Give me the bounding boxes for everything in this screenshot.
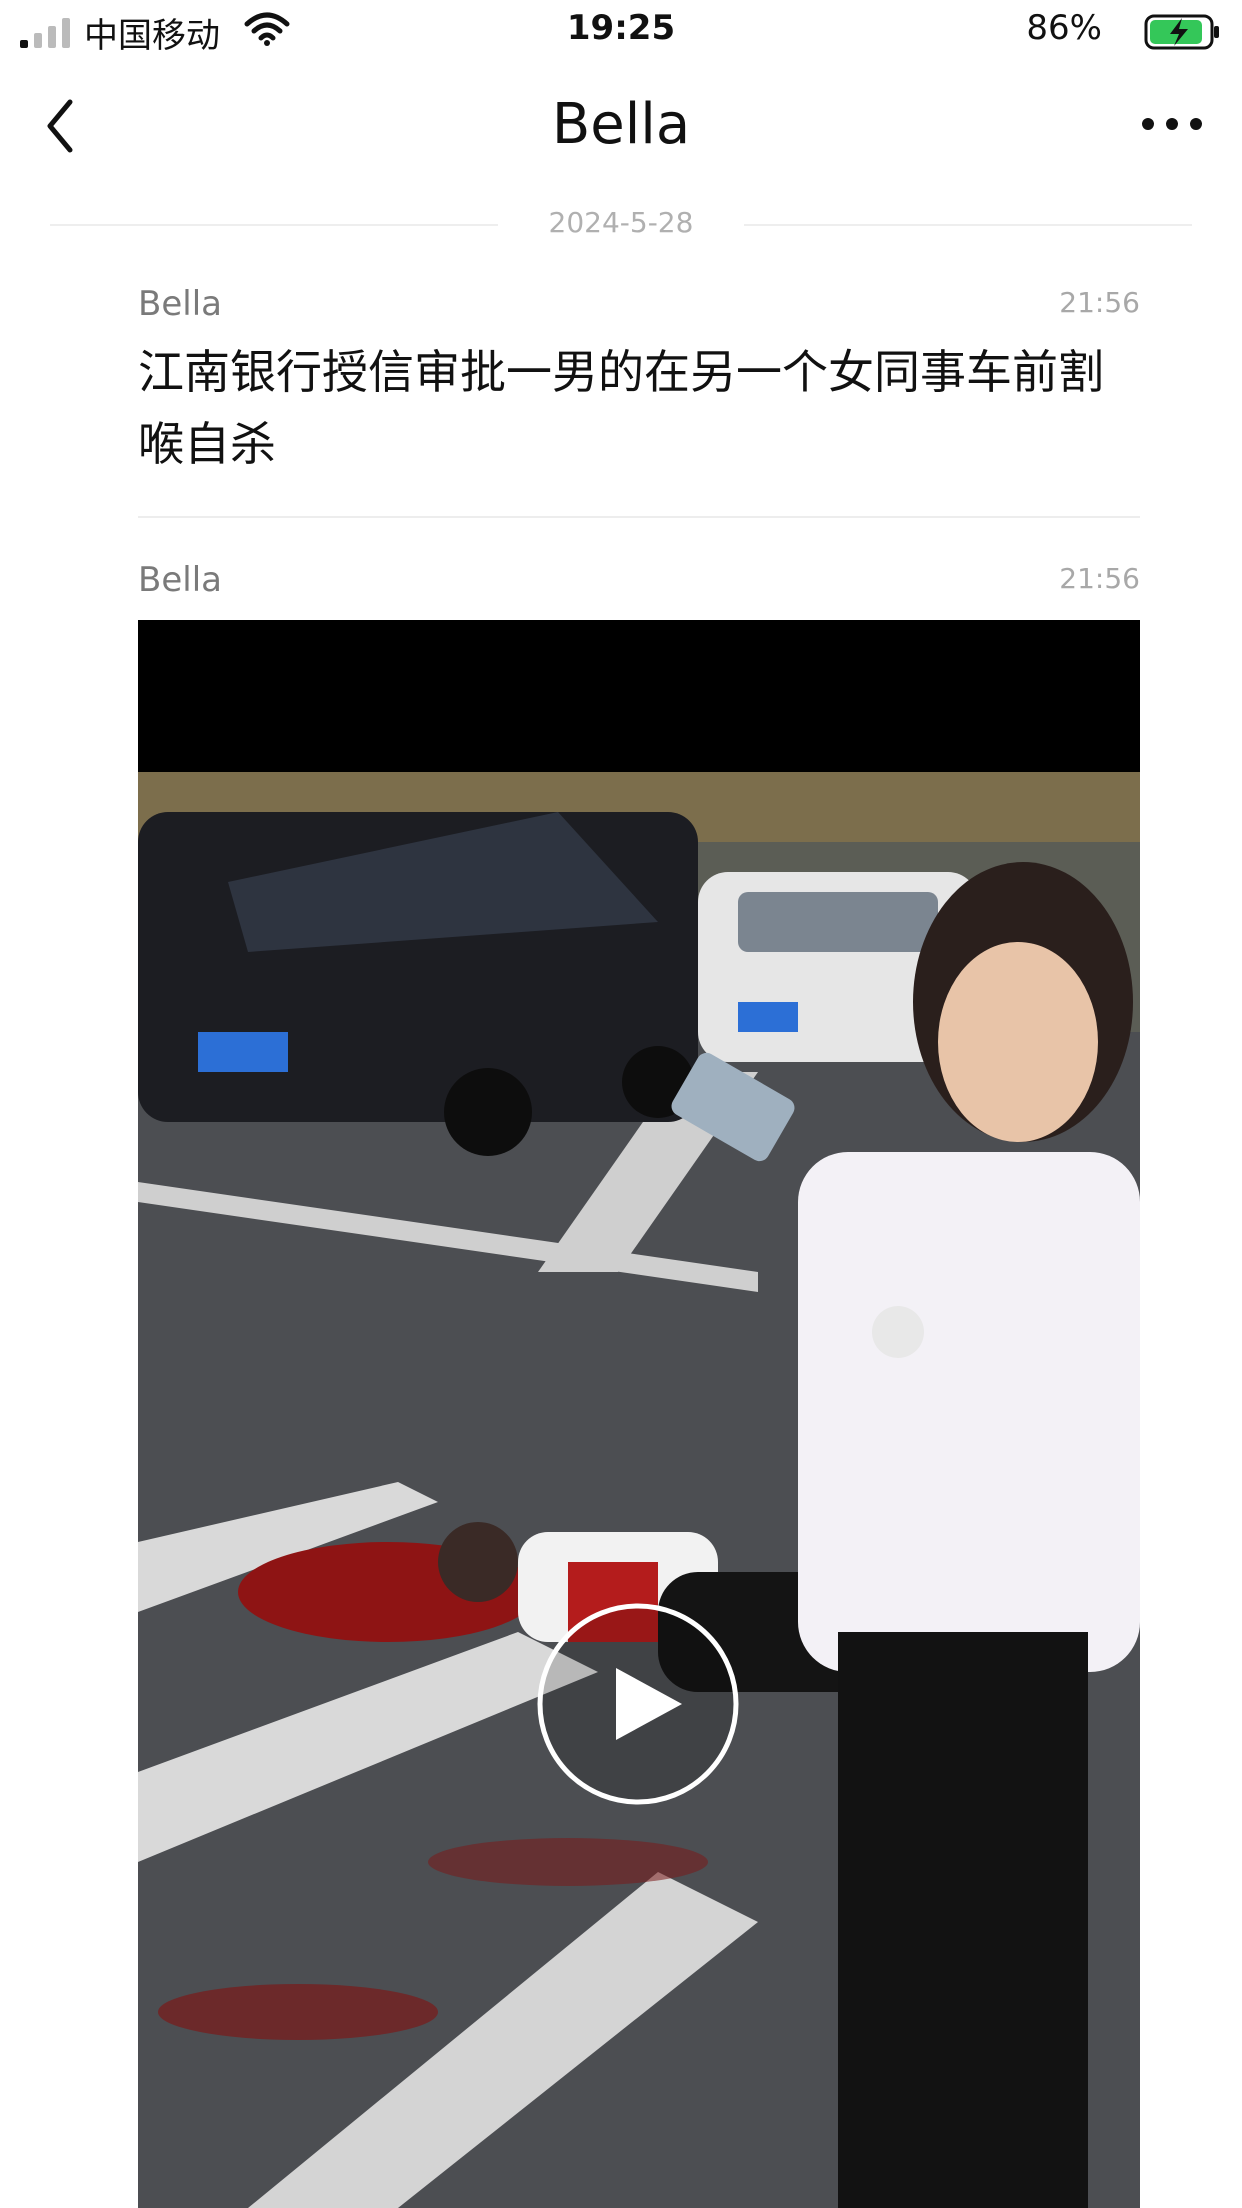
video-message[interactable] bbox=[138, 620, 1140, 2208]
message-text[interactable]: 江南银行授信审批一男的在另一个女同事车前割喉自杀 bbox=[138, 336, 1128, 480]
video-thumbnail bbox=[138, 772, 1140, 2208]
message-sender: Bella bbox=[138, 560, 222, 600]
chat-title: Bella bbox=[551, 92, 691, 157]
nav-bar: Bella bbox=[0, 64, 1242, 190]
date-label: 2024-5-28 bbox=[548, 206, 694, 239]
message-time: 21:56 bbox=[1059, 562, 1140, 595]
message-divider bbox=[138, 516, 1140, 518]
message-sender: Bella bbox=[138, 284, 222, 324]
battery-charging-icon bbox=[1144, 14, 1219, 50]
status-bar: 中国移动 19:25 86% bbox=[0, 0, 1242, 64]
battery-percentage: 86% bbox=[1026, 8, 1102, 48]
play-icon[interactable] bbox=[536, 1602, 740, 1806]
more-dots-icon[interactable] bbox=[1140, 112, 1204, 136]
date-separator: 2024-5-28 bbox=[50, 200, 1192, 250]
divider bbox=[744, 224, 1192, 226]
message-time: 21:56 bbox=[1059, 286, 1140, 319]
